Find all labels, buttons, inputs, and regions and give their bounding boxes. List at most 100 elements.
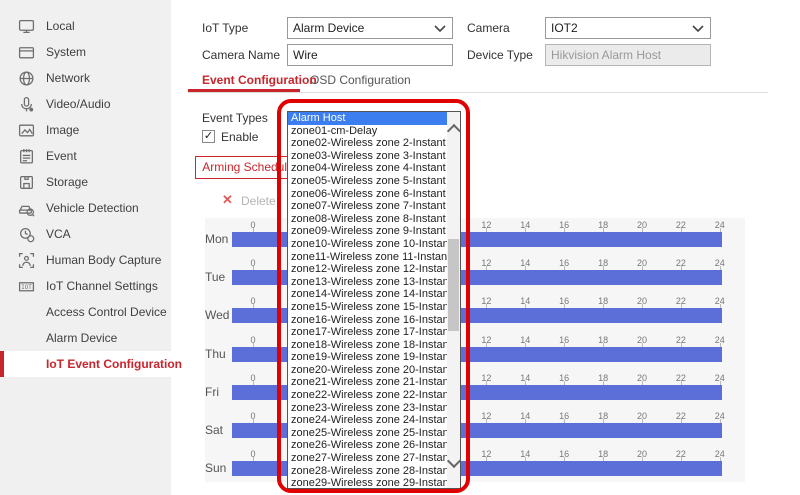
iot-type-label: IoT Type: [202, 17, 248, 39]
svg-text:IOT: IOT: [21, 284, 32, 290]
event-type-option[interactable]: zone29-Wireless zone 29-Instant: [288, 477, 447, 490]
event-type-option[interactable]: zone27-Wireless zone 27-Instant: [288, 452, 447, 465]
event-type-option[interactable]: zone18-Wireless zone 18-Instant: [288, 339, 447, 352]
arming-schedule-grid: Mon024681012141618202224Tue0246810121416…: [205, 218, 745, 482]
sidebar-item-storage[interactable]: Storage: [0, 169, 171, 195]
sidebar-item-label: Vehicle Detection: [46, 201, 139, 215]
chevron-down-icon: [434, 25, 446, 33]
event-type-option[interactable]: zone26-Wireless zone 26-Instant: [288, 439, 447, 452]
window-icon: [18, 44, 35, 61]
event-type-option[interactable]: zone11-Wireless zone 11-Instant: [288, 251, 447, 264]
sidebar-item-label: IoT Channel Settings: [46, 279, 158, 293]
microphone-icon: [18, 96, 35, 113]
event-type-option[interactable]: Alarm Host: [288, 112, 447, 125]
event-type-option[interactable]: zone07-Wireless zone 7-Instant: [288, 200, 447, 213]
scrollbar-thumb[interactable]: [448, 239, 459, 331]
event-type-option[interactable]: zone17-Wireless zone 17-Instant: [288, 326, 447, 339]
sidebar-item-image[interactable]: Image: [0, 117, 171, 143]
sidebar-item-system[interactable]: System: [0, 39, 171, 65]
event-type-option[interactable]: zone04-Wireless zone 4-Instant: [288, 162, 447, 175]
body-capture-icon: [18, 252, 35, 269]
event-type-option[interactable]: zone20-Wireless zone 20-Instant: [288, 364, 447, 377]
event-type-option[interactable]: zone25-Wireless zone 25-Instant: [288, 427, 447, 440]
sidebar-item-label: Event: [46, 149, 77, 163]
sidebar-item-label: Network: [46, 71, 90, 85]
event-type-option[interactable]: zone15-Wireless zone 15-Instant: [288, 301, 447, 314]
sidebar-item-label: IoT Event Configuration: [46, 357, 182, 371]
day-label: Wed: [205, 308, 235, 322]
camera-name-input[interactable]: Wire: [287, 44, 453, 66]
tab-event-configuration[interactable]: Event Configuration: [202, 73, 317, 87]
day-label: Sat: [205, 423, 235, 437]
day-label: Thu: [205, 347, 235, 361]
enable-checkbox[interactable]: ✓: [202, 130, 215, 143]
globe-icon: [18, 70, 35, 87]
event-types-options: Alarm Hostzone01-cm-Delayzone02-Wireless…: [288, 112, 447, 490]
event-type-option[interactable]: zone19-Wireless zone 19-Instant: [288, 351, 447, 364]
sidebar-item-network[interactable]: Network: [0, 65, 171, 91]
disk-icon: [18, 174, 35, 191]
sidebar-item-label: Local: [46, 19, 75, 33]
day-label: Fri: [205, 385, 235, 399]
sidebar-item-label: Alarm Device: [46, 331, 117, 345]
sidebar-item-label: Human Body Capture: [46, 253, 161, 267]
sidebar-item-vehicle-detection[interactable]: Vehicle Detection: [0, 195, 171, 221]
scroll-down-icon[interactable]: [447, 454, 461, 468]
event-type-option[interactable]: zone03-Wireless zone 3-Instant: [288, 150, 447, 163]
car-search-icon: [18, 200, 35, 217]
event-type-option[interactable]: zone24-Wireless zone 24-Instant: [288, 414, 447, 427]
calendar-icon: [18, 148, 35, 165]
monitor-icon: [18, 18, 35, 35]
event-type-option[interactable]: zone22-Wireless zone 22-Instant: [288, 389, 447, 402]
camera-select[interactable]: IOT2: [545, 17, 711, 39]
event-type-option[interactable]: zone09-Wireless zone 9-Instant: [288, 225, 447, 238]
device-type-label: Device Type: [467, 44, 533, 66]
vca-icon: [18, 226, 35, 243]
sidebar-item-label: Access Control Device: [46, 305, 167, 319]
event-types-listbox[interactable]: Alarm Hostzone01-cm-Delayzone02-Wireless…: [287, 111, 461, 489]
device-type-input: Hikvision Alarm Host: [545, 44, 711, 66]
delete-button[interactable]: Delete: [241, 194, 276, 208]
sidebar-item-iot-event-configuration[interactable]: IoT Event Configuration: [0, 351, 171, 377]
sidebar-item-label: System: [46, 45, 86, 59]
event-type-option[interactable]: zone08-Wireless zone 8-Instant: [288, 213, 447, 226]
scroll-up-icon[interactable]: [447, 124, 461, 138]
arming-schedule-button[interactable]: Arming Schedule: [195, 156, 301, 179]
day-label: Mon: [205, 232, 235, 246]
delete-x-icon: ✕: [222, 192, 233, 208]
iot-type-value: Alarm Device: [293, 21, 364, 35]
event-type-option[interactable]: zone02-Wireless zone 2-Instant: [288, 137, 447, 150]
iot-type-select[interactable]: Alarm Device: [287, 17, 453, 39]
event-type-option[interactable]: zone14-Wireless zone 14-Instant: [288, 288, 447, 301]
event-type-option[interactable]: zone21-Wireless zone 21-Instant: [288, 376, 447, 389]
sidebar-item-human-body-capture[interactable]: Human Body Capture: [0, 247, 171, 273]
event-type-option[interactable]: zone06-Wireless zone 6-Instant: [288, 188, 447, 201]
event-type-option[interactable]: zone12-Wireless zone 12-Instant: [288, 263, 447, 276]
event-type-option[interactable]: zone05-Wireless zone 5-Instant: [288, 175, 447, 188]
sidebar-item-vca[interactable]: VCA: [0, 221, 171, 247]
sidebar-item-iot-channel-settings[interactable]: IOT IoT Channel Settings: [0, 273, 171, 299]
event-type-option[interactable]: zone23-Wireless zone 23-Instant: [288, 402, 447, 415]
event-type-option[interactable]: zone13-Wireless zone 13-Instant: [288, 276, 447, 289]
iot-icon: IOT: [18, 278, 35, 295]
event-type-option[interactable]: zone01-cm-Delay: [288, 125, 447, 138]
day-label: Tue: [205, 270, 235, 284]
listbox-scrollbar[interactable]: [447, 112, 460, 488]
image-icon: [18, 122, 35, 139]
sidebar: Local System Network Video/Audio Image Event S…: [0, 0, 171, 495]
sidebar-item-label: Video/Audio: [46, 97, 111, 111]
event-type-option[interactable]: zone28-Wireless zone 28-Instant: [288, 465, 447, 478]
event-type-option[interactable]: zone16-Wireless zone 16-Instant: [288, 314, 447, 327]
sidebar-item-event[interactable]: Event: [0, 143, 171, 169]
sidebar-item-alarm-device[interactable]: Alarm Device: [0, 325, 171, 351]
sidebar-item-access-control-device[interactable]: Access Control Device: [0, 299, 171, 325]
sidebar-item-label: Storage: [46, 175, 88, 189]
tab-osd-configuration[interactable]: OSD Configuration: [310, 73, 411, 87]
event-type-option[interactable]: zone10-Wireless zone 10-Instant: [288, 238, 447, 251]
sidebar-item-video-audio[interactable]: Video/Audio: [0, 91, 171, 117]
sidebar-item-label: VCA: [46, 227, 71, 241]
day-label: Sun: [205, 461, 235, 475]
sidebar-item-local[interactable]: Local: [0, 13, 171, 39]
tab-divider: [188, 92, 768, 93]
camera-name-label: Camera Name: [202, 44, 280, 66]
